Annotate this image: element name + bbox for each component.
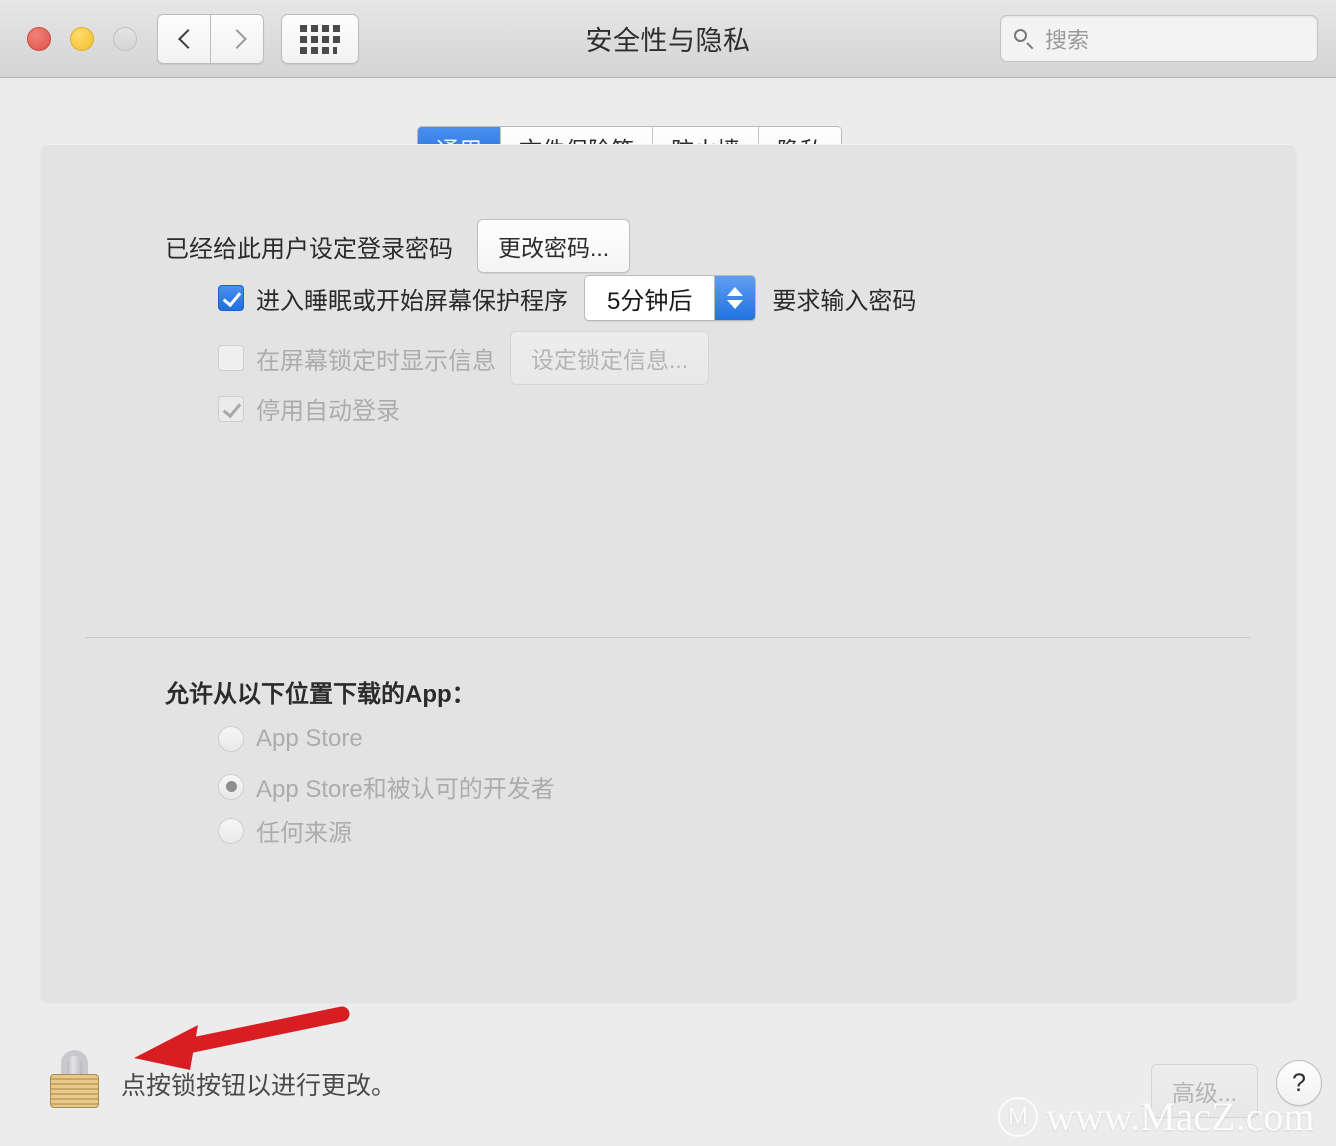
lock-hint-text: 点按锁按钮以进行更改。 [121,1072,397,1100]
macz-logo-icon: M [998,1096,1038,1137]
window-titlebar: 安全性与隐私 搜索 [0,0,1336,78]
require-password-suffix: 要求输入密码 [772,287,917,315]
lock-body [50,1074,99,1108]
disable-auto-login-checkbox[interactable] [218,395,244,422]
lock-message-checkbox[interactable] [218,345,244,371]
chevron-down-icon[interactable] [727,300,744,309]
lock-closed-icon[interactable] [50,1050,99,1108]
download-option-identified-developers[interactable]: App Store和被认可的开发者 [218,769,555,804]
download-option-anywhere[interactable]: 任何来源 [218,813,352,848]
radio-identified-developers-label: App Store和被认可的开发者 [256,776,555,803]
require-password-row: 进入睡眠或开始屏幕保护程序 5分钟后 要求输入密码 [218,275,916,321]
search-icon [1013,28,1035,50]
radio-app-store-and-identified-developers[interactable] [218,773,244,800]
search-placeholder: 搜索 [1045,27,1090,53]
set-lock-message-button[interactable]: 设定锁定信息... [510,331,710,385]
download-option-app-store[interactable]: App Store [218,725,363,753]
watermark: M www.MacZ.com [998,1093,1314,1140]
require-password-checkbox[interactable] [218,285,244,311]
lock-message-row: 在屏幕锁定时显示信息 设定锁定信息... [218,331,710,385]
radio-app-store-label: App Store [256,725,363,752]
password-delay-stepper[interactable]: 5分钟后 [584,275,757,321]
require-password-label: 进入睡眠或开始屏幕保护程序 [256,287,568,315]
lock-message-label: 在屏幕锁定时显示信息 [256,347,496,375]
stepper-arrows[interactable] [714,276,756,320]
disable-auto-login-row: 停用自动登录 [218,391,400,426]
general-pane: 已经给此用户设定登录密码 更改密码... 进入睡眠或开始屏幕保护程序 5分钟后 … [41,144,1296,1002]
change-password-button[interactable]: 更改密码... [477,219,631,273]
disable-auto-login-label: 停用自动登录 [256,398,400,425]
radio-app-store[interactable] [218,726,244,752]
section-divider [85,637,1250,638]
radio-anywhere-label: 任何来源 [256,820,352,847]
downloads-heading: 允许从以下位置下载的App： [165,674,476,709]
chevron-up-icon[interactable] [727,287,744,296]
downloads-heading-label: 允许从以下位置下载的App： [165,681,476,708]
password-status-row: 已经给此用户设定登录密码 更改密码... [165,219,631,273]
search-input[interactable]: 搜索 [1000,15,1318,62]
password-delay-value: 5分钟后 [585,276,715,320]
radio-anywhere[interactable] [218,817,244,844]
password-status-label: 已经给此用户设定登录密码 [165,235,453,263]
red-arrow-left-icon [134,1006,350,1070]
system-preferences-window: 安全性与隐私 搜索 通用 文件保险箱 防火墙 隐私 已经给此用户设定登录密码 更… [0,0,1336,1146]
watermark-text: www.MacZ.com [1046,1094,1315,1139]
